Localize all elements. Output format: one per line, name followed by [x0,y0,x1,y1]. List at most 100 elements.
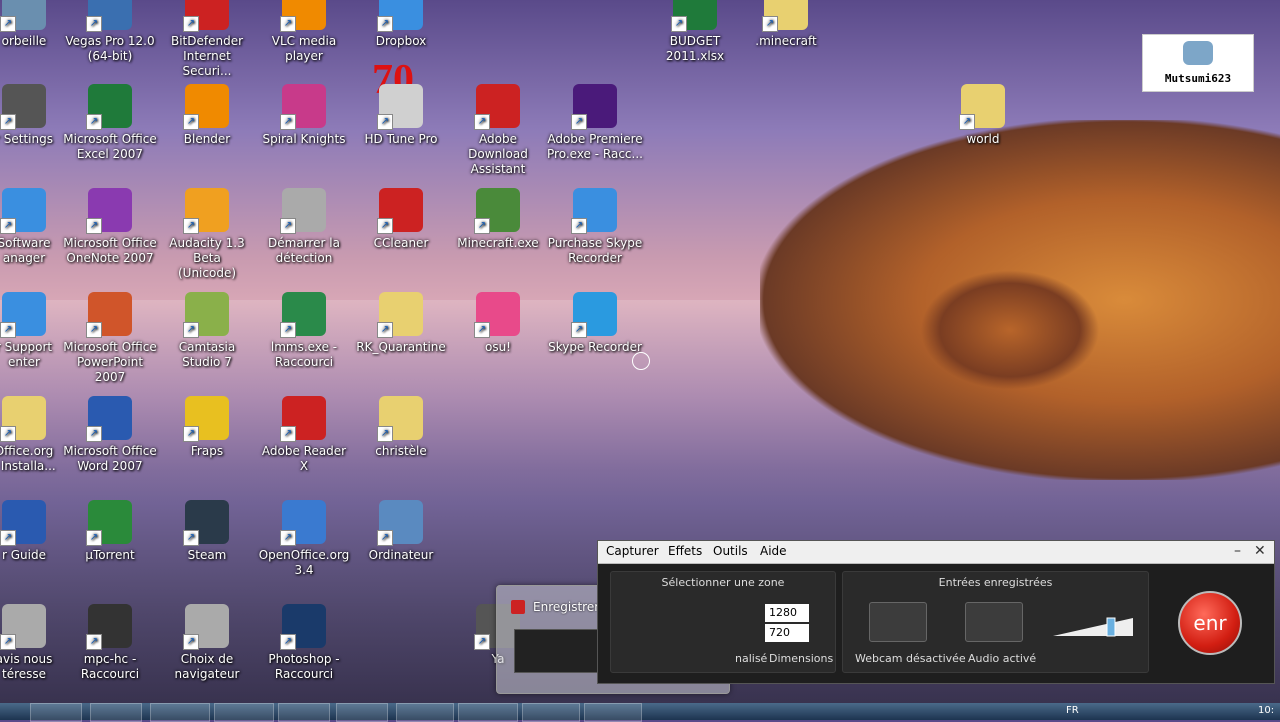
desktop-icon[interactable]: Camtasia Studio 7 [159,292,255,370]
audio-toggle-button[interactable] [965,602,1023,642]
desktop-icon[interactable]: christèle [353,396,449,459]
desktop-icon-label: Photoshop - Raccourci [268,652,340,681]
desktop-app-icon [183,500,229,546]
desktop-icon-label: Minecraft.exe [457,236,539,250]
desktop-icon-label: mpc-hc - Raccourci [80,652,140,681]
volume-knob[interactable] [1106,617,1116,637]
desktop-icon[interactable]: BitDefender Internet Securi... [159,0,255,79]
desktop-app-icon [0,500,46,546]
desktop-app-icon [377,500,423,546]
minimize-button[interactable]: – [1234,543,1241,559]
desktop-icon-label: BitDefender Internet Securi... [170,34,244,78]
desktop-app-icon [377,0,423,32]
chrome-taskbar-button[interactable] [150,703,210,722]
desktop-app-icon [183,396,229,442]
close-button[interactable]: ✕ [1254,543,1266,559]
desktop-icon[interactable]: µTorrent [62,500,158,563]
desktop-app-icon [0,188,46,234]
desktop-icon[interactable]: CCleaner [353,188,449,251]
recording-icon [511,600,525,614]
desktop-icon[interactable]: Audacity 1.3 Beta (Unicode) [159,188,255,281]
desktop-icon[interactable]: osu! [450,292,546,355]
desktop-icon[interactable]: Spiral Knights [256,84,352,147]
desktop-icon[interactable]: Steam [159,500,255,563]
desktop-icon[interactable]: Ordinateur [353,500,449,563]
menu-outils[interactable]: Outils [713,544,748,558]
desktop-app-icon [183,188,229,234]
ie-taskbar-button[interactable] [90,703,142,722]
desktop-icon-label: VLC media player [271,34,337,63]
skype-taskbar-button[interactable] [458,703,518,722]
desktop-icon[interactable]: Microsoft Office Word 2007 [62,396,158,474]
desktop-app-icon [959,84,1005,130]
desktop-app-icon [280,604,326,650]
desktop-app-icon [571,292,617,338]
desktop-icon[interactable]: Fraps [159,396,255,459]
desktop-icon[interactable]: Minecraft.exe [450,188,546,251]
desktop-app-icon [183,604,229,650]
desktop-icon[interactable]: lmms.exe - Raccourci [256,292,352,370]
desktop-icon[interactable]: Microsoft Office PowerPoint 2007 [62,292,158,385]
menu-capturer[interactable]: Capturer [606,544,659,558]
app-taskbar-button[interactable] [336,703,388,722]
desktop-icon-label: Steam [187,548,227,562]
menu-aide[interactable]: Aide [760,544,787,558]
desktop-icon[interactable]: Démarrer la détection [256,188,352,266]
media-taskbar-button[interactable] [278,703,330,722]
desktop-icon[interactable]: VLC media player [256,0,352,64]
desktop-icon[interactable]: RK_Quarantine [353,292,449,355]
desktop-icon-label: Microsoft Office Word 2007 [63,444,157,473]
desktop-icon[interactable]: mpc-hc - Raccourci [62,604,158,682]
desktop-icon-label: HD Tune Pro [364,132,438,146]
desktop-icon-label: Skype Recorder [548,340,642,354]
explorer-taskbar-button[interactable] [214,703,274,722]
messenger-taskbar-button[interactable] [396,703,454,722]
desktop-icon-label: BUDGET 2011.xlsx [665,34,725,63]
record-button[interactable]: enr [1178,591,1242,655]
desktop-app-icon [0,84,46,130]
desktop-icon-label: Choix de navigateur [174,652,240,681]
desktop-icon[interactable]: Adobe Reader X [256,396,352,474]
desktop-icon[interactable]: world [935,84,1031,147]
desktop-icon-label: Camtasia Studio 7 [178,340,236,369]
desktop-icon[interactable]: Skype Recorder [547,292,643,355]
desktop-icon[interactable]: Dropbox [353,0,449,49]
desktop-icon[interactable]: Adobe Premiere Pro.exe - Racc... [547,84,643,162]
desktop-icon[interactable]: Photoshop - Raccourci [256,604,352,682]
desktop-icon[interactable]: .minecraft [738,0,834,49]
desktop-icon[interactable]: Adobe Download Assistant [450,84,546,177]
desktop-icon-label: .minecraft [755,34,817,48]
desktop-icon[interactable]: Microsoft Office OneNote 2007 [62,188,158,266]
clock[interactable]: 10: [1258,705,1274,716]
channel-watermark: Mutsumi623 [1142,34,1254,92]
inputs-title: Entrées enregistrées [938,576,1053,589]
desktop-icon-label: Microsoft Office OneNote 2007 [63,236,157,265]
desktop-icon-label: CCleaner [373,236,429,250]
camtasia-taskbar-button[interactable] [522,703,580,722]
desktop-app-icon [86,292,132,338]
height-field[interactable]: 720 [765,624,809,642]
desktop-icon[interactable]: Purchase Skype Recorder [547,188,643,266]
wallpaper-rocks [920,270,1100,390]
desktop-icon[interactable]: HD Tune Pro [353,84,449,147]
desktop-app-icon [377,84,423,130]
menu-effets[interactable]: Effets [668,544,702,558]
audio-volume-slider[interactable] [1053,616,1133,638]
desktop-icon-label: OpenOffice.org 3.4 [258,548,350,577]
recorder-taskbar-button[interactable] [584,703,642,722]
desktop-icon[interactable]: Blender [159,84,255,147]
webcam-toggle-button[interactable] [869,602,927,642]
crosshair-cursor-icon [632,352,650,370]
desktop-icon[interactable]: Microsoft Office Excel 2007 [62,84,158,162]
desktop-icon[interactable]: Vegas Pro 12.0 (64-bit) [62,0,158,64]
width-field[interactable]: 1280 [765,604,809,622]
desktop-icon[interactable]: Choix de navigateur [159,604,255,682]
language-indicator[interactable]: FR [1066,705,1079,716]
desktop-icon[interactable]: BUDGET 2011.xlsx [647,0,743,64]
desktop-app-icon [0,0,46,32]
firefox-taskbar-button[interactable] [30,703,82,722]
desktop-icon-label: world [966,132,1000,146]
desktop-icon[interactable]: OpenOffice.org 3.4 [256,500,352,578]
recorder-window: Capturer Effets Outils Aide – ✕ Sélectio… [597,540,1275,684]
desktop-app-icon [474,188,520,234]
